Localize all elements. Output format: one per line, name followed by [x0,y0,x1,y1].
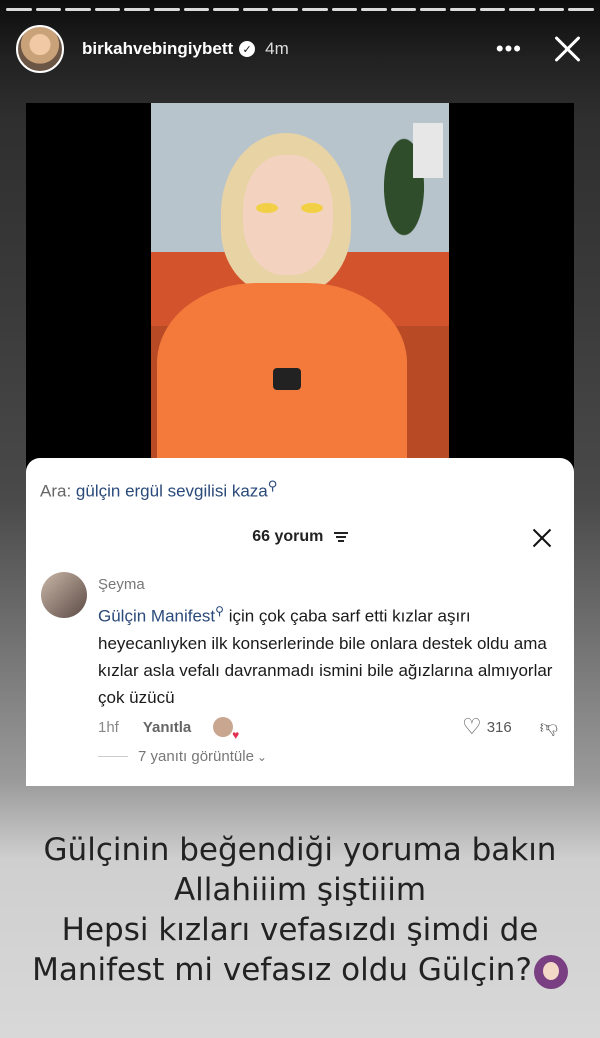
view-replies-button[interactable]: 7 yanıtı görüntüle ⌄ [98,748,267,765]
story-caption: Gülçinin beğendiği yoruma bakın Allahiii… [0,830,600,990]
more-dots-icon[interactable]: ••• [496,36,522,62]
commenter-name[interactable]: Şeyma [98,576,145,593]
comment-panel: Ara: gülçin ergül sevgilisi kaza⚲ 66 yor… [26,458,574,786]
verified-badge-icon: ✓ [239,41,256,57]
replies-divider [98,756,128,757]
search-prefix: Ara: [40,481,72,501]
view-replies-label: 7 yanıtı görüntüle [138,748,254,765]
person-face [243,155,333,275]
eye-right [301,203,323,213]
caption-line: Hepsi kızları vefasızdı şimdi de [61,912,539,948]
video-still [151,103,449,475]
search-icon: ⚲ [215,604,224,618]
search-suggestion[interactable]: Ara: gülçin ergül sevgilisi kaza⚲ [40,478,277,502]
username[interactable]: birkahvebingiybett [82,39,233,59]
close-comments-icon[interactable] [532,528,552,548]
close-icon[interactable] [550,32,584,66]
comment-age: 1hf [98,718,119,736]
comment-meta: 1hf Yanıtla ♡ 316 👎︎ [98,714,558,742]
story-progress-bar [6,8,594,11]
shelf-decor [413,123,443,178]
post-time: 4m [265,39,289,58]
caption-line: Allahiiim şiştiiim [173,872,427,908]
creator-liked-avatar [213,717,239,742]
caption-line: Manifest mi vefasız oldu Gülçin? [32,952,532,988]
eye-left [256,203,278,213]
search-query: gülçin ergül sevgilisi kaza [75,481,268,501]
caption-line-last: Manifest mi vefasız oldu Gülçin? [0,950,600,990]
search-icon: ⚲ [267,478,278,493]
reply-button[interactable]: Yanıtla [143,719,191,736]
facepalm-emoji-icon [533,954,568,989]
video-frame [26,103,574,475]
profile-avatar[interactable] [16,25,64,73]
dislike-icon[interactable]: 👎︎ [540,716,558,738]
like-count: 316 [486,718,512,736]
clip-microphone [273,368,301,390]
chevron-down-icon: ⌄ [256,749,267,764]
commenter-avatar[interactable] [41,572,87,618]
heart-icon[interactable]: ♡ [462,714,482,740]
comment-text: Gülçin Manifest⚲ için çok çaba sarf etti… [98,598,558,711]
story-header: birkahvebingiybett ✓ 4m ••• [16,24,590,74]
filter-icon[interactable] [333,530,348,544]
caption-line: Gülçinin beğendiği yoruma bakın [43,832,557,868]
comment-mention[interactable]: Gülçin Manifest [98,607,215,626]
like-group: ♡ 316 👎︎ [462,714,558,740]
comment-count-row: 66 yorum [26,528,574,546]
comment-count: 66 yorum [252,528,324,545]
